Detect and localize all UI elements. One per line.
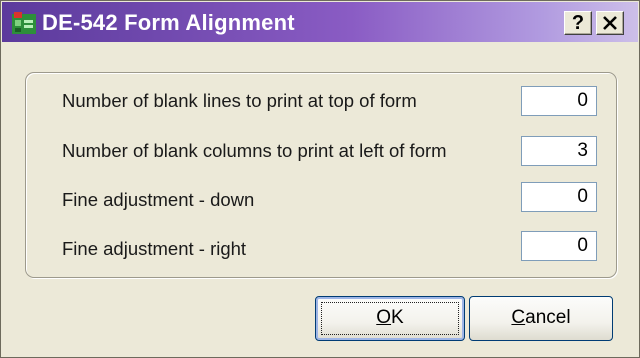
fine-right-label: Fine adjustment - right — [62, 238, 247, 259]
cancel-mnemonic: C — [511, 307, 526, 328]
ok-button[interactable]: OK — [315, 296, 465, 341]
left-columns-input[interactable]: 3 — [521, 136, 597, 166]
focus-rectangle — [321, 302, 459, 335]
top-lines-input[interactable]: 0 — [521, 86, 597, 116]
cancel-button[interactable]: Cancel — [469, 296, 613, 341]
fine-right-input[interactable]: 0 — [521, 231, 597, 261]
app-icon — [12, 12, 36, 34]
window-title: DE-542 Form Alignment — [42, 10, 295, 35]
fine-down-input[interactable]: 0 — [521, 182, 597, 212]
title-bar[interactable]: DE-542 Form Alignment ? — [2, 2, 638, 42]
dialog-window: DE-542 Form Alignment ? Number of blank … — [0, 0, 640, 358]
cancel-label-rest: ancel — [525, 307, 571, 328]
close-icon — [603, 16, 617, 30]
top-lines-label: Number of blank lines to print at top of… — [62, 90, 417, 111]
help-button[interactable]: ? — [564, 11, 592, 35]
fine-down-label: Fine adjustment - down — [62, 189, 255, 210]
close-button[interactable] — [596, 11, 624, 35]
left-columns-label: Number of blank columns to print at left… — [62, 140, 447, 161]
